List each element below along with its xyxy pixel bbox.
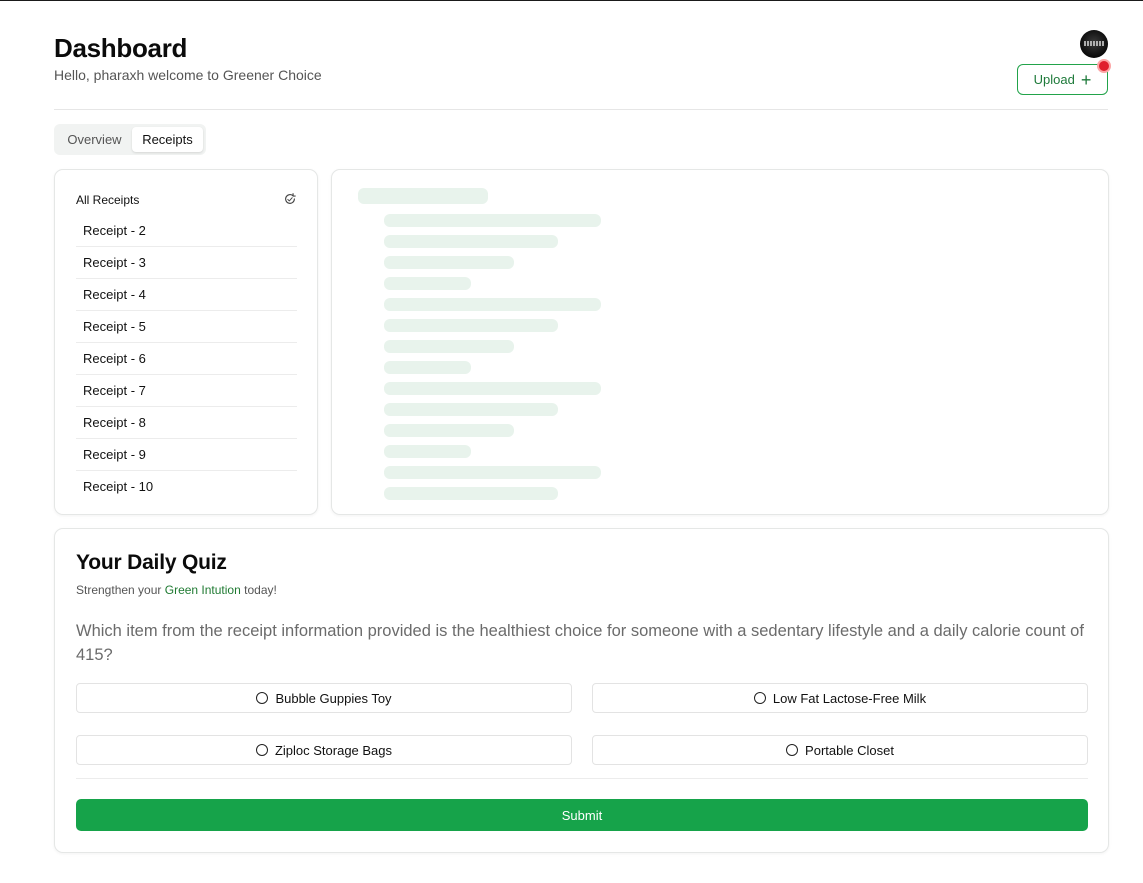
receipt-preview-card — [331, 169, 1109, 515]
page-header: Dashboard Hello, pharaxh welcome to Gree… — [54, 33, 322, 83]
skeleton-line — [384, 487, 558, 500]
quiz-option[interactable]: Low Fat Lactose-Free Milk — [592, 683, 1088, 713]
quiz-option[interactable]: Ziploc Storage Bags — [76, 735, 572, 765]
receipt-item[interactable]: Receipt - 2 — [76, 215, 297, 247]
option-label: Ziploc Storage Bags — [274, 742, 393, 758]
option-label: Bubble Guppies Toy — [275, 690, 392, 706]
notification-dot — [1097, 59, 1111, 73]
skeleton-line — [384, 445, 471, 458]
skeleton-line — [384, 277, 471, 290]
tab-overview[interactable]: Overview — [57, 127, 132, 152]
quiz-subtitle: Strengthen your Green Intution today! — [76, 583, 277, 597]
quiz-option[interactable]: Bubble Guppies Toy — [76, 683, 572, 713]
receipt-item[interactable]: Receipt - 5 — [76, 311, 297, 343]
skeleton-line — [384, 403, 558, 416]
skeleton-line — [384, 424, 514, 437]
avatar[interactable] — [1080, 30, 1108, 58]
skeleton-line — [384, 466, 601, 479]
skeleton-title — [358, 188, 488, 204]
skeleton-line — [384, 298, 601, 311]
welcome-text: Hello, pharaxh welcome to Greener Choice — [54, 67, 322, 83]
tab-receipts[interactable]: Receipts — [131, 127, 203, 152]
skeleton-line — [384, 214, 601, 227]
quiz-subtitle-post: today! — [240, 583, 277, 597]
skeleton-line — [384, 340, 514, 353]
radio-icon — [255, 744, 268, 756]
plus-icon: + — [1080, 69, 1092, 90]
tab-bar: Overview Receipts — [54, 124, 206, 155]
refresh-icon[interactable] — [283, 192, 297, 206]
skeleton-line — [384, 256, 514, 269]
skeleton-line — [384, 382, 601, 395]
option-label: Low Fat Lactose-Free Milk — [772, 690, 927, 706]
receipt-item[interactable]: Receipt - 10 — [76, 471, 297, 502]
receipt-item[interactable]: Receipt - 3 — [76, 247, 297, 279]
receipt-list: Receipt - 2 Receipt - 3 Receipt - 4 Rece… — [76, 215, 297, 502]
receipts-card: All Receipts Receipt - 2 Receipt - 3 Rec… — [54, 169, 318, 515]
receipt-item[interactable]: Receipt - 4 — [76, 279, 297, 311]
submit-button[interactable]: Submit — [76, 799, 1088, 831]
daily-quiz-card: Your Daily Quiz Strengthen your Green In… — [54, 528, 1109, 853]
quiz-title: Your Daily Quiz — [76, 551, 227, 574]
skeleton-line — [384, 319, 558, 332]
radio-icon — [753, 692, 766, 704]
quiz-divider — [76, 778, 1088, 779]
receipt-item[interactable]: Receipt - 7 — [76, 375, 297, 407]
receipt-item[interactable]: Receipt - 6 — [76, 343, 297, 375]
receipts-heading: All Receipts — [76, 193, 140, 207]
quiz-question: Which item from the receipt information … — [76, 622, 1084, 664]
quiz-subtitle-highlight: Green Intution — [164, 583, 241, 597]
radio-icon — [786, 744, 799, 756]
upload-label: Upload — [1033, 72, 1075, 87]
page-title: Dashboard — [54, 33, 188, 63]
upload-button[interactable]: Upload + — [1017, 64, 1108, 95]
header-divider — [54, 109, 1108, 110]
option-label: Portable Closet — [805, 742, 894, 758]
receipt-item[interactable]: Receipt - 9 — [76, 439, 297, 471]
skeleton-line — [384, 235, 558, 248]
quiz-option[interactable]: Portable Closet — [592, 735, 1088, 765]
avatar-logo — [1084, 41, 1104, 46]
skeleton-line — [384, 361, 471, 374]
radio-icon — [256, 692, 269, 704]
quiz-subtitle-pre: Strengthen your — [76, 583, 165, 597]
receipt-item[interactable]: Receipt - 8 — [76, 407, 297, 439]
